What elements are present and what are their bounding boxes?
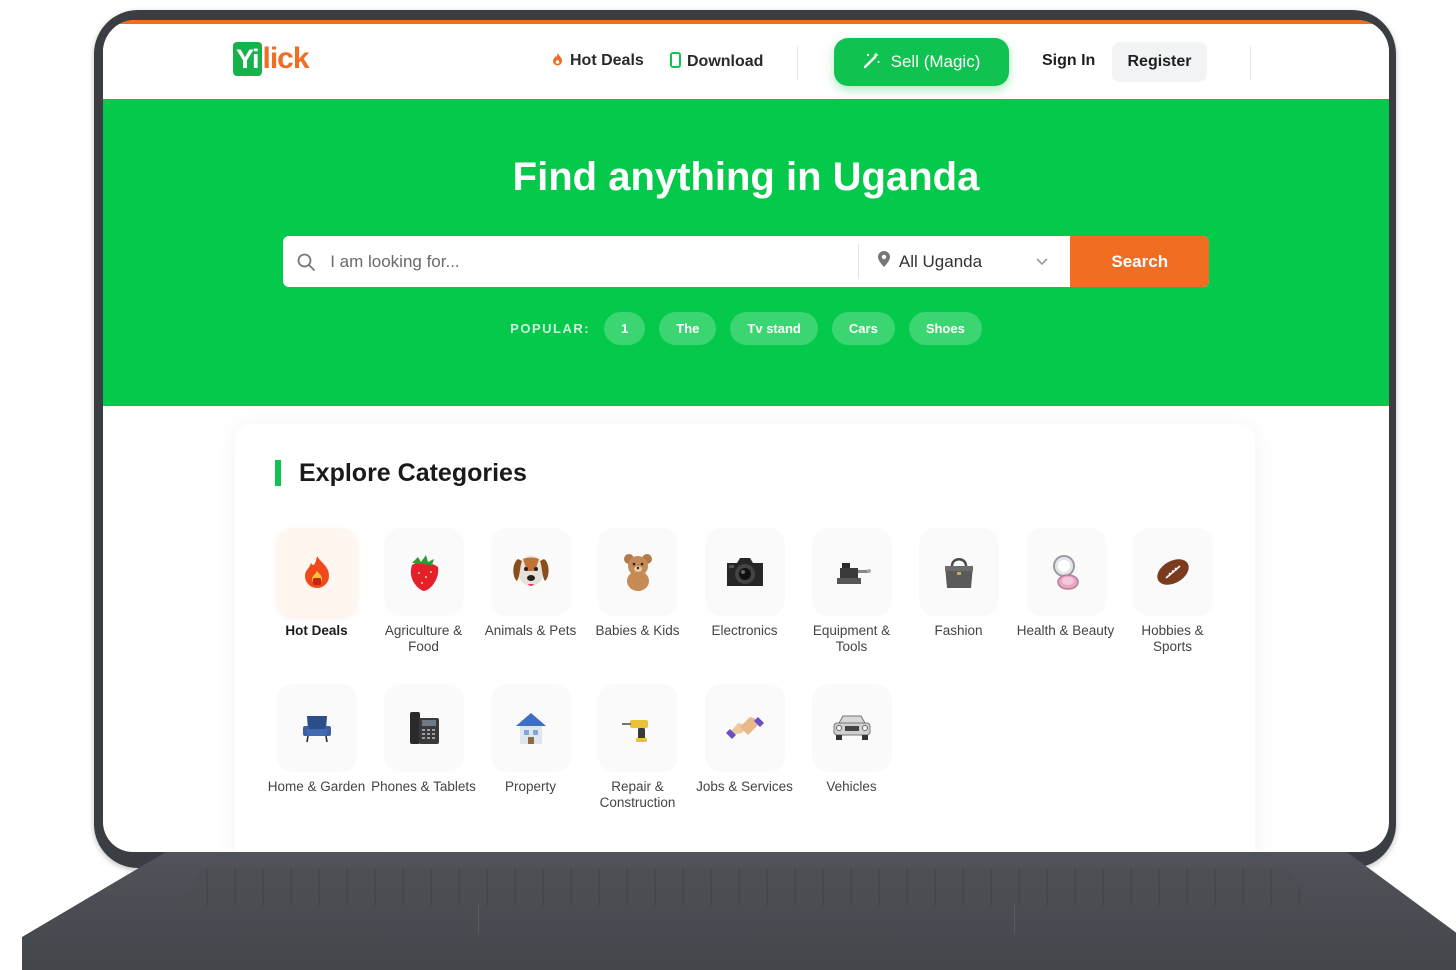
nav-divider — [1250, 46, 1251, 80]
search-bar: All Uganda Search — [283, 236, 1209, 287]
category-vehicles[interactable]: Vehicles — [799, 684, 904, 795]
popular-label: POPULAR: — [510, 321, 591, 336]
vise-icon — [811, 528, 892, 616]
popular-chip[interactable]: Tv stand — [730, 312, 818, 345]
laptop-screen: Yi lick Hot Deals Download Sell (Magic) … — [103, 20, 1389, 852]
category-agriculture-food[interactable]: Agriculture & Food — [371, 528, 476, 655]
category-label: Vehicles — [826, 779, 877, 794]
hero-title: Find anything in Uganda — [512, 155, 980, 199]
flame-icon — [551, 52, 564, 70]
category-label: Hobbies & Sports — [1141, 623, 1204, 654]
armchair-icon — [276, 684, 357, 772]
category-label: Repair & Construction — [599, 779, 676, 810]
flame-icon — [276, 528, 357, 616]
popular-chip[interactable]: Cars — [831, 312, 895, 345]
teddy-bear-icon — [597, 528, 678, 616]
category-animals-pets[interactable]: Animals & Pets — [478, 528, 583, 639]
laptop-keyboard — [180, 868, 1310, 906]
search-button[interactable]: Search — [1070, 236, 1209, 287]
category-repair-construction[interactable]: Repair & Construction — [585, 684, 690, 811]
handbag-icon — [918, 528, 999, 616]
register-button[interactable]: Register — [1112, 42, 1207, 82]
house-icon — [490, 684, 571, 772]
chevron-down-icon — [1036, 255, 1049, 269]
location-value: All Uganda — [898, 251, 983, 271]
location-select[interactable]: All Uganda — [859, 236, 1071, 287]
popular-chip[interactable]: 1 — [604, 312, 646, 345]
category-label: Home & Garden — [267, 779, 366, 794]
category-label: Babies & Kids — [595, 623, 680, 638]
nav-hot-deals-label: Hot Deals — [570, 52, 644, 69]
category-jobs-services[interactable]: Jobs & Services — [692, 684, 797, 795]
category-hot-deals[interactable]: Hot Deals — [264, 528, 369, 639]
handshake-icon — [704, 684, 785, 772]
category-label: Jobs & Services — [696, 779, 793, 794]
location-pin-icon — [877, 250, 891, 273]
categories-title: Explore Categories — [275, 460, 527, 486]
category-hobbies-sports[interactable]: Hobbies & Sports — [1120, 528, 1225, 655]
category-label: Hot Deals — [285, 623, 348, 638]
hero-banner: Find anything in Uganda All Uganda Searc… — [103, 99, 1389, 406]
nav-download[interactable]: Download — [670, 52, 763, 71]
category-phones-tablets[interactable]: Phones & Tablets — [371, 684, 476, 795]
category-label: Fashion — [934, 623, 983, 638]
sell-magic-label: Sell (Magic) — [890, 52, 981, 71]
camera-icon — [704, 528, 785, 616]
nav-download-label: Download — [687, 52, 764, 70]
football-icon — [1132, 528, 1213, 616]
car-icon — [811, 684, 892, 772]
site-header: Yi lick Hot Deals Download Sell (Magic) … — [103, 24, 1389, 99]
category-label: Animals & Pets — [484, 623, 577, 638]
category-label: Equipment & Tools — [812, 623, 891, 654]
laptop-trackpad — [478, 903, 1015, 933]
category-property[interactable]: Property — [478, 684, 583, 795]
search-input[interactable] — [328, 236, 858, 287]
category-equipment-tools[interactable]: Equipment & Tools — [799, 528, 904, 655]
nav-divider — [797, 46, 798, 80]
category-label: Agriculture & Food — [384, 623, 463, 654]
popular-chip[interactable]: Shoes — [908, 312, 982, 345]
search-icon — [283, 236, 328, 287]
category-home-garden[interactable]: Home & Garden — [264, 684, 369, 795]
dog-icon — [490, 528, 571, 616]
sign-in-link[interactable]: Sign In — [1042, 52, 1095, 70]
category-label: Phones & Tablets — [371, 779, 476, 794]
compact-mirror-icon — [1025, 528, 1106, 616]
category-label: Health & Beauty — [1016, 623, 1115, 638]
category-fashion[interactable]: Fashion — [906, 528, 1011, 639]
category-label: Property — [504, 779, 557, 794]
phone-icon — [670, 52, 681, 71]
popular-chip[interactable]: The — [659, 312, 717, 345]
site-logo[interactable]: Yi lick — [233, 42, 310, 76]
strawberry-icon — [383, 528, 464, 616]
magic-wand-icon — [863, 51, 881, 74]
nav-hot-deals[interactable]: Hot Deals — [551, 52, 644, 70]
sell-magic-button[interactable]: Sell (Magic) — [834, 38, 1009, 86]
category-babies-kids[interactable]: Babies & Kids — [585, 528, 690, 639]
popular-searches: POPULAR: 1 The Tv stand Cars Shoes — [103, 312, 1389, 345]
category-health-beauty[interactable]: Health & Beauty — [1013, 528, 1118, 639]
logo-text: lick — [262, 42, 310, 75]
category-electronics[interactable]: Electronics — [692, 528, 797, 639]
category-label: Electronics — [711, 623, 778, 638]
drill-icon — [597, 684, 678, 772]
logo-mark: Yi — [233, 42, 262, 76]
desk-phone-icon — [383, 684, 464, 772]
